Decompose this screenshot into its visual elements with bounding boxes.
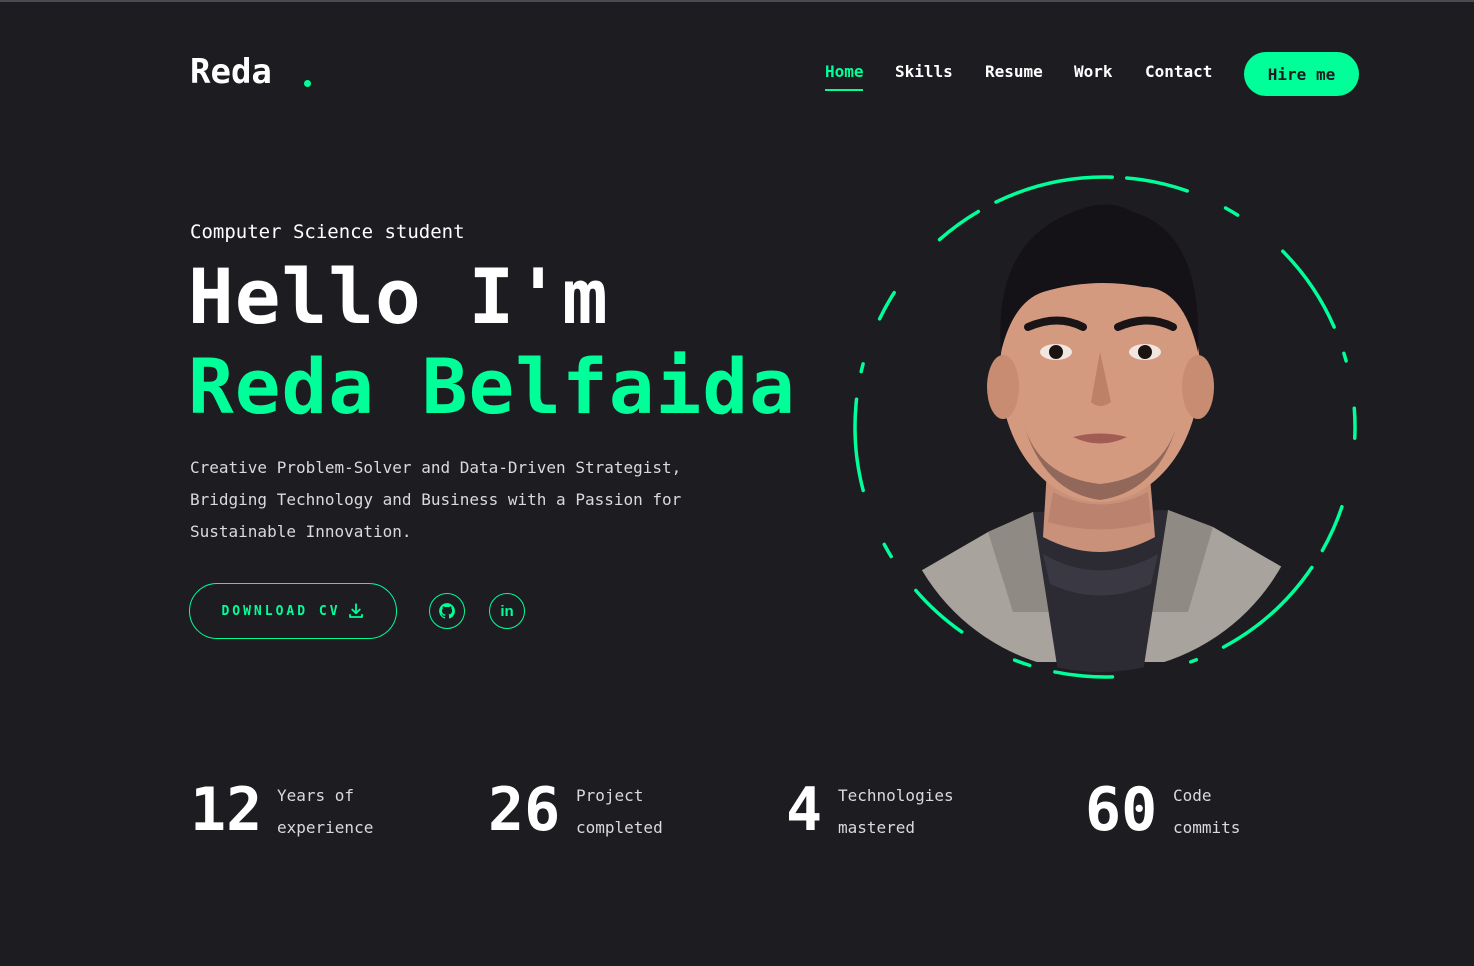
linkedin-icon: in xyxy=(500,602,514,620)
nav-contact[interactable]: Contact xyxy=(1145,62,1212,81)
stat-label-line: completed xyxy=(576,818,663,837)
nav-resume[interactable]: Resume xyxy=(985,62,1043,81)
download-icon xyxy=(348,603,363,618)
stat-number: 60 xyxy=(1085,775,1158,845)
linkedin-button[interactable]: in xyxy=(489,593,525,629)
logo-dot xyxy=(304,80,311,87)
hero-name: Reda Belfaida xyxy=(188,342,796,431)
logo[interactable]: Reda xyxy=(190,52,272,92)
nav-work[interactable]: Work xyxy=(1074,62,1113,81)
nav-skills[interactable]: Skills xyxy=(895,62,953,81)
nav-active-underline xyxy=(825,89,863,91)
stat-label: Code commits xyxy=(1173,780,1240,844)
dashed-ring xyxy=(853,175,1357,679)
github-icon xyxy=(439,603,455,619)
stat-label-line: mastered xyxy=(838,818,916,837)
stat-number: 4 xyxy=(786,775,823,845)
hero-description: Creative Problem-Solver and Data-Driven … xyxy=(190,452,710,548)
stat-label-line: Code xyxy=(1173,786,1212,805)
download-cv-label: DOWNLOAD CV xyxy=(221,603,341,619)
download-cv-button[interactable]: DOWNLOAD CV xyxy=(189,583,397,639)
stat-number: 12 xyxy=(190,775,263,845)
description-line: Bridging Technology and Business with a … xyxy=(190,490,682,509)
github-button[interactable] xyxy=(429,593,465,629)
description-line: Sustainable Innovation. xyxy=(190,522,412,541)
stat-label: Technologies mastered xyxy=(838,780,954,844)
description-line: Creative Problem-Solver and Data-Driven … xyxy=(190,458,682,477)
page: Reda Home Skills Resume Work Contact Hir… xyxy=(0,0,1474,966)
stat-label-line: commits xyxy=(1173,818,1241,837)
stat-label: Years of experience xyxy=(277,780,373,844)
stat-label-line: Years of xyxy=(277,786,355,805)
nav-home[interactable]: Home xyxy=(825,62,864,81)
hero-greeting: Hello I'm xyxy=(188,252,609,341)
stat-label: Project completed xyxy=(576,780,663,844)
stat-number: 26 xyxy=(488,775,561,845)
stat-label-line: Project xyxy=(576,786,644,805)
hire-me-button[interactable]: Hire me xyxy=(1244,52,1359,96)
stat-label-line: experience xyxy=(277,818,374,837)
stat-label-line: Technologies xyxy=(838,786,954,805)
hero-subtitle: Computer Science student xyxy=(190,221,465,243)
